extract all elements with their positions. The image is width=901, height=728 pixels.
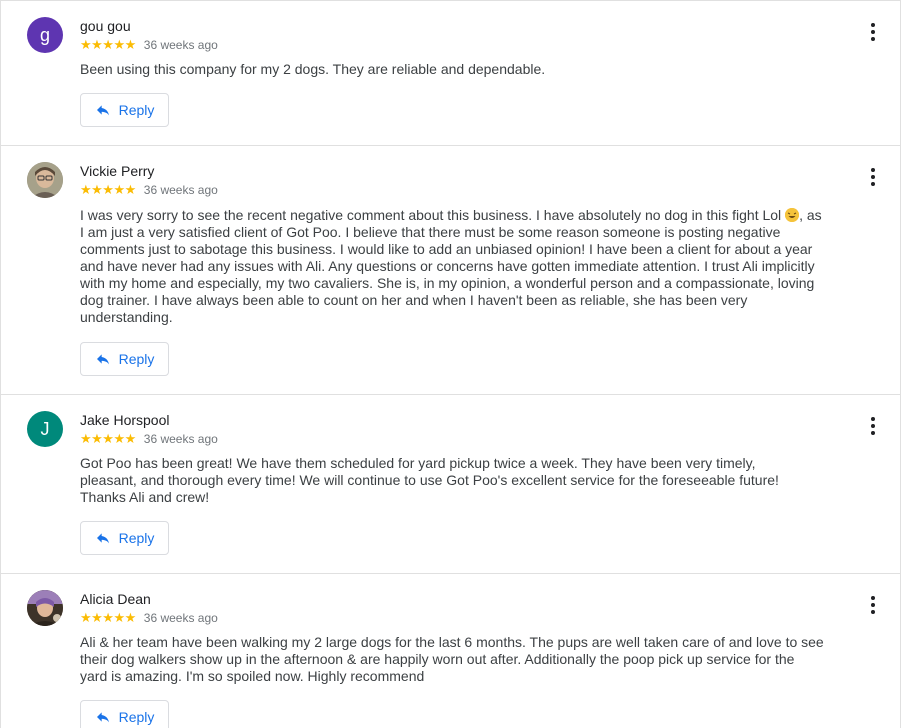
- review-time: 36 weeks ago: [143, 611, 218, 625]
- reply-button[interactable]: Reply: [80, 700, 169, 728]
- review-meta: ★★★★★ 36 weeks ago: [80, 431, 218, 447]
- author-name[interactable]: Jake Horspool: [80, 412, 170, 428]
- reply-arrow-icon: [95, 530, 111, 546]
- review-text-part: , as I am just a very satisfied client o…: [80, 207, 822, 325]
- star-rating: ★★★★★: [80, 431, 136, 446]
- avatar-initial: g: [39, 24, 50, 45]
- star-rating: ★★★★★: [80, 182, 136, 197]
- more-vert-icon[interactable]: [863, 20, 883, 44]
- author-name[interactable]: gou gou: [80, 18, 131, 34]
- reply-arrow-icon: [95, 709, 111, 725]
- avatar-initial: J: [40, 418, 50, 439]
- divider: [1, 145, 900, 146]
- review-text: Got Poo has been great! We have them sch…: [80, 455, 779, 505]
- reply-label: Reply: [118, 530, 155, 546]
- author-name[interactable]: Vickie Perry: [80, 163, 154, 179]
- review-time: 36 weeks ago: [143, 38, 218, 52]
- avatar[interactable]: J: [27, 411, 63, 447]
- reply-arrow-icon: [95, 102, 111, 118]
- divider: [1, 573, 900, 574]
- profile-photo: [27, 590, 63, 626]
- reply-label: Reply: [118, 102, 155, 118]
- review-text: Been using this company for my 2 dogs. T…: [80, 61, 546, 77]
- star-rating: ★★★★★: [80, 610, 136, 625]
- reply-button[interactable]: Reply: [80, 93, 169, 127]
- reply-arrow-icon: [95, 351, 111, 367]
- review-time: 36 weeks ago: [143, 183, 218, 197]
- more-vert-icon[interactable]: [863, 593, 883, 617]
- profile-photo: [27, 162, 63, 198]
- divider: [1, 394, 900, 395]
- avatar[interactable]: [27, 162, 63, 198]
- divider: [1, 0, 900, 1]
- star-rating: ★★★★★: [80, 37, 136, 52]
- review-text-part: I was very sorry to see the recent negat…: [80, 207, 786, 223]
- review-meta: ★★★★★ 36 weeks ago: [80, 182, 218, 198]
- laughing-emoji-icon: [785, 208, 800, 222]
- reply-label: Reply: [118, 709, 155, 725]
- author-name[interactable]: Alicia Dean: [80, 591, 151, 607]
- more-vert-icon[interactable]: [863, 165, 883, 189]
- more-vert-icon[interactable]: [863, 414, 883, 438]
- reply-button[interactable]: Reply: [80, 342, 169, 376]
- avatar[interactable]: [27, 590, 63, 626]
- reviews-list: g gou gou ★★★★★ 36 weeks ago Been using …: [0, 0, 901, 728]
- review-text: Ali & her team have been walking my 2 la…: [80, 634, 824, 684]
- reply-button[interactable]: Reply: [80, 521, 169, 555]
- reply-label: Reply: [118, 351, 155, 367]
- review-time: 36 weeks ago: [143, 432, 218, 446]
- avatar[interactable]: g: [27, 17, 63, 53]
- review-text: I was very sorry to see the recent negat…: [80, 207, 826, 326]
- review-meta: ★★★★★ 36 weeks ago: [80, 610, 218, 626]
- review-meta: ★★★★★ 36 weeks ago: [80, 37, 218, 53]
